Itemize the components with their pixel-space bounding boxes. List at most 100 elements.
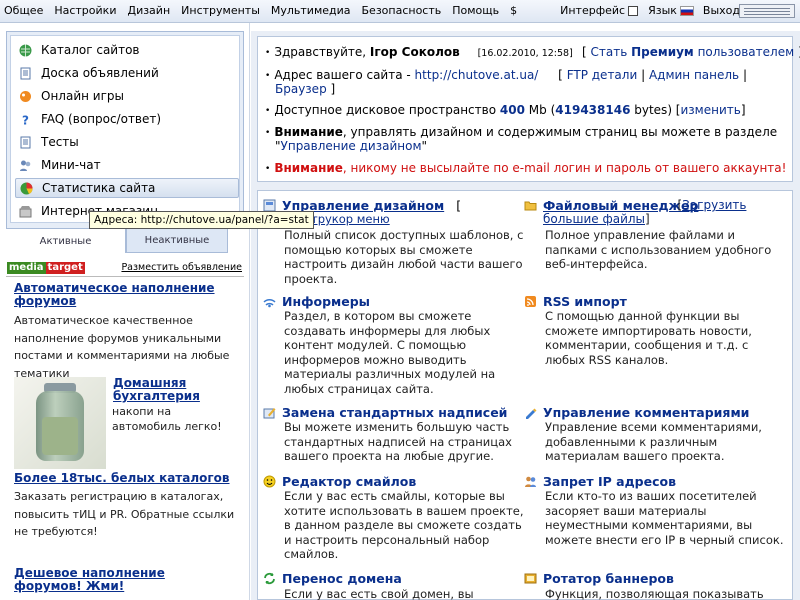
globe-icon [19,44,32,56]
mediatarget-logo[interactable]: media target [7,262,85,274]
disk-bytes-link[interactable]: 419438146 [555,103,630,117]
feature-informers-text: Раздел, в котором вы сможете создавать и… [284,309,496,396]
admin-panel-link[interactable]: Админ панель [649,68,739,82]
feature-informers-title[interactable]: Информеры [263,294,370,309]
folder-icon [524,201,537,211]
sidebar-item-board[interactable]: Доска объявлений [15,63,239,83]
pie-chart-icon [20,182,33,194]
menu-item-dollar[interactable]: $ [510,4,517,17]
language-label: Язык [648,4,677,17]
feature-design-text: Полный список доступных шаблонов, с помо… [284,228,524,286]
menu-item-design[interactable]: Дизайн [127,4,170,17]
ftp-link[interactable]: FTP детали [567,68,638,82]
ad-divider [6,276,244,277]
feature-domain-text: Если у вас есть свой домен, вы можете [284,587,474,600]
sidebar-item-faq[interactable]: ? FAQ (вопрос/ответ) [15,109,239,129]
feature-ipban-title[interactable]: Запрет IP адресов [524,474,676,489]
site-address-line: • Адрес вашего сайта - http://chutove.at.… [265,68,747,82]
menu-item-help[interactable]: Помощь [452,4,499,17]
interface-label: Интерфейс [560,4,626,17]
ad-header: media target Разместить объявление [6,261,244,275]
feature-comments-title[interactable]: Управление комментариями [524,405,749,420]
feature-comments-text: Управление всеми комментариями, добавлен… [545,420,762,463]
money-jar-image[interactable] [14,377,106,469]
premium-line: [ Стать Премиум пользователем ] [582,45,800,59]
feature-labels-title[interactable]: Замена стандартных надписей [263,405,507,420]
disk-mb-link[interactable]: 400 [500,103,525,117]
banner-icon [524,573,537,584]
ad1-title[interactable]: Автоматическое наполнение форумов [14,282,234,308]
design-management-link[interactable]: Управление дизайном [281,139,422,153]
sidebar-item-chat[interactable]: Мини-чат [15,155,239,175]
interface-checkbox[interactable] [628,5,639,16]
game-icon [20,90,31,102]
chat-icon [20,160,31,171]
browser-link[interactable]: Браузер [275,82,327,96]
premium-link[interactable]: Стать Премиум пользователем [591,45,795,59]
sidebar-item-label: Статистика сайта [42,181,156,195]
browser-line: Браузер ] [275,82,336,96]
ad2-title[interactable]: Домашняя бухгалтерия [113,377,213,403]
attention2-line: • Внимание, никому не высылайте по e-mail… [265,161,787,175]
sidebar-item-games[interactable]: Онлайн игры [15,86,239,106]
menu-item-multimedia[interactable]: Мультимедиа [271,4,351,17]
feature-banners-title[interactable]: Ротатор баннеров [524,571,674,586]
menu-item-security[interactable]: Безопасность [362,4,442,17]
upload-big-files-link[interactable]: Загрузить большие файлы [543,198,746,226]
user-name: Iгор Соколов [369,45,460,59]
feature-smiles-title[interactable]: Редактор смайлов [263,474,416,489]
feature-design-sub[interactable]: трукор меню [311,212,431,227]
sidebar-item-label: FAQ (вопрос/ответ) [41,112,162,126]
tab-active[interactable]: Активные [6,229,126,253]
users-icon [525,476,536,487]
disk-space-line: • Доступное дисковое пространство 400 Mb … [265,103,746,117]
ad2-text: накопи на автомобиль легко! [112,405,222,433]
url-tooltip: Адреса: http://chutove.ua/panel/?a=stat [89,211,314,229]
sidebar-item-tests[interactable]: Тесты [15,132,239,152]
sidebar-item-catalog[interactable]: Каталог сайтов [15,40,239,60]
feature-files-link-wrap: Файловый менеджер[Загрузить большие файл… [543,198,747,226]
sidebar-tabs: Активные Неактивные [6,229,244,253]
feature-labels-text: Вы можете изменить большую часть стандар… [284,420,512,463]
top-menu: Общее Настройки Дизайн Инструменты Мульт… [4,4,528,17]
feature-rss-text: С помощью данной функции вы сможете импо… [545,309,752,367]
ad1-text: Автоматическое качественное наполнение ф… [14,314,230,380]
change-link[interactable]: изменить [681,103,741,117]
top-menu-bar: Общее Настройки Дизайн Инструменты Мульт… [0,0,800,23]
design-link-line: "Управление дизайном" [275,139,428,153]
sidebar-item-label: Мини-чат [41,158,101,172]
menu-item-settings[interactable]: Настройки [54,4,116,17]
document-icon [20,136,31,148]
top-right-controls: Интерфейс Язык Выход [560,4,740,17]
greeting-line: • Здравствуйте, Iгор Соколов [16.02.2010,… [265,45,573,59]
svg-text:?: ? [22,113,29,126]
logout-link[interactable]: Выход [703,4,740,17]
sidebar-item-statistics[interactable]: Статистика сайта [15,178,239,198]
column-divider [249,23,250,600]
login-date: [16.02.2010, 12:58] [477,48,573,59]
tab-inactive[interactable]: Неактивные [126,229,228,253]
width-slider[interactable] [739,4,795,18]
site-url-link[interactable]: http://chutove.at.ua/ [415,68,539,82]
feature-domain-title[interactable]: Перенос домена [263,571,402,586]
sidebar-list: Каталог сайтов Доска объявлений Онлайн и… [10,35,240,223]
ad3-title[interactable]: Более 18тыс. белых каталогов [14,472,234,485]
feature-smiles-text: Если у вас есть смайлы, которые вы хотит… [284,489,524,561]
place-ad-link[interactable]: Разместить объявление [121,262,242,273]
feature-files-text: Полное управление файлами и папками с ис… [545,228,772,271]
features-box: Управление дизайном [ трукор меню Полный… [257,190,793,600]
menu-item-general[interactable]: Общее [4,4,43,17]
feature-rss-title[interactable]: RSS импорт [524,294,627,309]
ad3-text: Заказать регистрацию в каталогах, повыси… [14,490,235,538]
sidebar-item-label: Доска объявлений [41,66,159,80]
russian-flag-icon[interactable] [679,5,694,16]
ad4-title[interactable]: Дешевое наполнение форумов! Жми! [14,567,234,593]
menu-item-tools[interactable]: Инструменты [181,4,260,17]
document-icon [20,67,31,79]
shop-icon [19,205,32,217]
account-info-box: • Здравствуйте, Iгор Соколов [16.02.2010,… [257,36,800,182]
sidebar-item-label: Каталог сайтов [41,43,140,57]
question-icon: ? [22,113,29,126]
refresh-icon [264,572,275,585]
rss-icon [525,296,536,307]
